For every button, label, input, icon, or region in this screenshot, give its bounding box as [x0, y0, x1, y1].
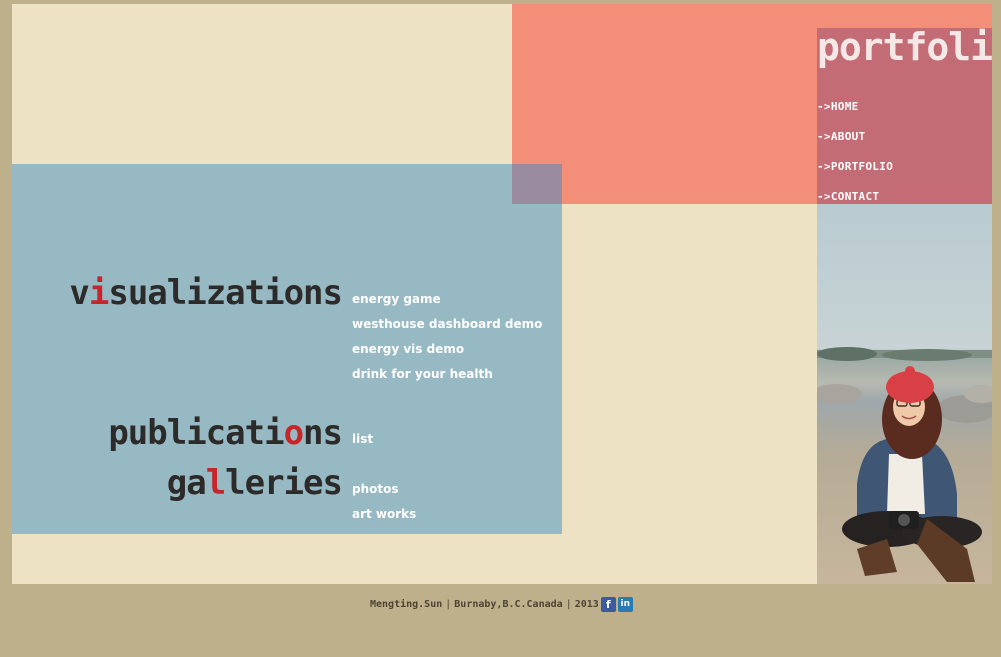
heading-accent-letter: l	[205, 463, 227, 503]
heading-text: leries	[225, 463, 343, 503]
profile-photo	[817, 204, 992, 584]
facebook-icon[interactable]: f	[600, 597, 616, 612]
galleries-heading: galleries	[166, 463, 343, 503]
heading-text: ga	[166, 463, 207, 503]
footer-year: 2013	[574, 599, 599, 610]
footer-name: Mengting.Sun	[370, 599, 443, 610]
link-energy-game[interactable]: energy game	[352, 292, 441, 306]
linkedin-icon[interactable]: in	[617, 597, 633, 612]
link-westhouse-dashboard-demo[interactable]: westhouse dashboard demo	[352, 317, 542, 331]
publications-heading: publications	[108, 413, 343, 453]
heading-accent-letter: i	[88, 273, 110, 313]
link-art-works[interactable]: art works	[352, 507, 416, 521]
footer-location: Burnaby,B.C.Canada	[454, 599, 563, 610]
site-title: portfolio	[817, 25, 992, 69]
nav-panel: portfolio ->HOME ->ABOUT ->PORTFOLIO ->C…	[817, 28, 992, 204]
heading-text: ns	[303, 413, 343, 453]
footer-separator: |	[565, 599, 572, 610]
heading-text: v	[69, 273, 90, 313]
footer: Mengting.Sun | Burnaby,B.C.Canada | 2013…	[370, 597, 633, 612]
nav-item-about[interactable]: ->ABOUT	[817, 130, 893, 160]
link-photos[interactable]: photos	[352, 482, 399, 496]
nav-item-contact[interactable]: ->CONTACT	[817, 190, 893, 220]
photo-illustration	[817, 347, 992, 582]
heading-accent-letter: o	[283, 413, 305, 453]
nav-item-portfolio[interactable]: ->PORTFOLIO	[817, 160, 893, 190]
overlap-block	[512, 164, 562, 204]
link-list[interactable]: list	[352, 432, 373, 446]
nav-item-home[interactable]: ->HOME	[817, 100, 893, 130]
visualizations-heading: visualizations	[69, 273, 343, 313]
main-nav: ->HOME ->ABOUT ->PORTFOLIO ->CONTACT	[817, 100, 893, 220]
link-drink-for-your-health[interactable]: drink for your health	[352, 367, 493, 381]
footer-separator: |	[445, 599, 452, 610]
heading-text: publicati	[108, 413, 284, 453]
page-canvas: portfolio ->HOME ->ABOUT ->PORTFOLIO ->C…	[12, 4, 992, 584]
heading-text: sualizations	[108, 273, 343, 313]
link-energy-vis-demo[interactable]: energy vis demo	[352, 342, 464, 356]
